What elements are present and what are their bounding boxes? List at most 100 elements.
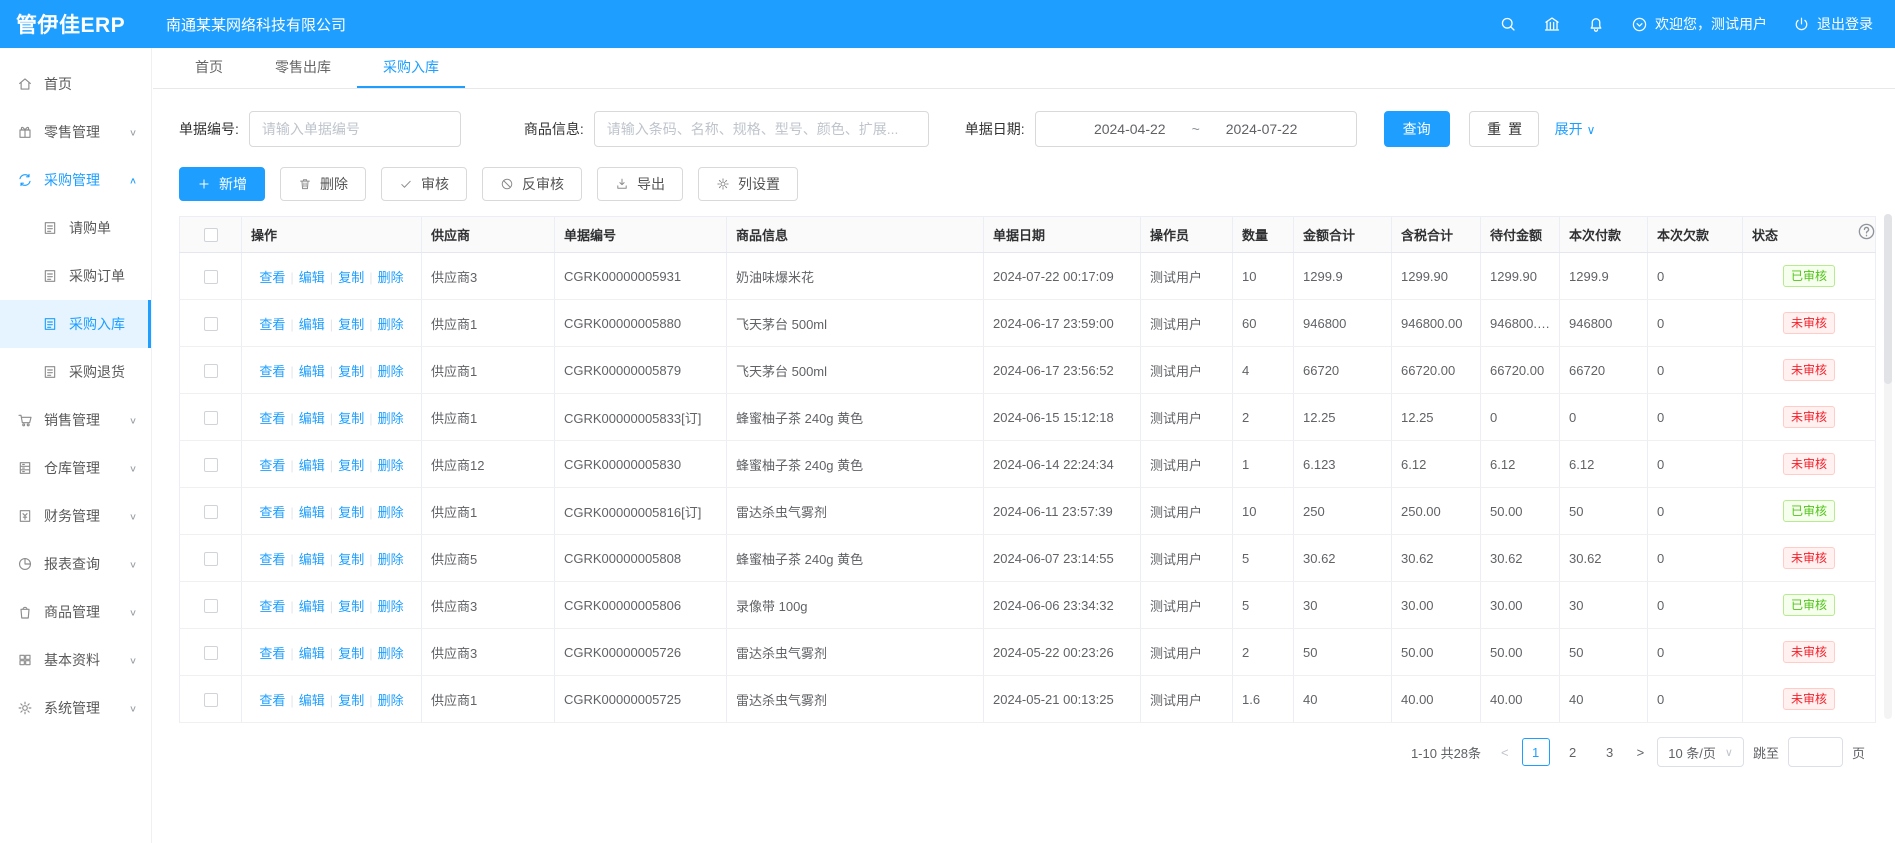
row-checkbox[interactable] [204, 552, 218, 566]
sidebar-item-home[interactable]: 首页 [0, 60, 151, 108]
column-settings-button[interactable]: 列设置 [698, 167, 798, 201]
page-button[interactable]: 1 [1522, 738, 1550, 766]
view-link[interactable]: 查看 [259, 505, 285, 520]
date-end[interactable]: 2024-07-22 [1226, 121, 1298, 137]
view-link[interactable]: 查看 [259, 270, 285, 285]
bank-icon[interactable] [1543, 15, 1561, 33]
expand-link[interactable]: 展开 ∨ [1555, 119, 1596, 139]
row-checkbox[interactable] [204, 458, 218, 472]
delete-button[interactable]: 删除 [280, 167, 366, 201]
reset-button[interactable]: 重置 [1469, 111, 1539, 147]
delete-link[interactable]: 删除 [378, 458, 404, 473]
row-checkbox[interactable] [204, 693, 218, 707]
page-button[interactable]: 3 [1596, 738, 1624, 766]
delete-link[interactable]: 删除 [378, 693, 404, 708]
search-button[interactable]: 查询 [1384, 111, 1450, 147]
help-icon[interactable] [1857, 222, 1876, 241]
order-no-input[interactable] [249, 111, 461, 147]
edit-link[interactable]: 编辑 [299, 505, 325, 520]
tab-retail-outbound[interactable]: 零售出库 [249, 48, 357, 88]
sidebar-item-basic[interactable]: 基本资料 ∨ [0, 636, 151, 684]
row-checkbox[interactable] [204, 505, 218, 519]
export-button[interactable]: 导出 [597, 167, 683, 201]
sidebar-item-purchase-request[interactable]: 请购单 [0, 204, 151, 252]
add-button[interactable]: 新增 [179, 167, 265, 201]
audit-button[interactable]: 审核 [381, 167, 467, 201]
unaudit-button[interactable]: 反审核 [482, 167, 582, 201]
delete-link[interactable]: 删除 [378, 270, 404, 285]
copy-link[interactable]: 复制 [338, 458, 364, 473]
edit-link[interactable]: 编辑 [299, 693, 325, 708]
row-checkbox[interactable] [204, 411, 218, 425]
page-button[interactable]: 2 [1559, 738, 1587, 766]
prev-page-button[interactable]: < [1497, 745, 1513, 760]
edit-link[interactable]: 编辑 [299, 552, 325, 567]
view-link[interactable]: 查看 [259, 552, 285, 567]
product-info-input[interactable] [594, 111, 929, 147]
view-link[interactable]: 查看 [259, 646, 285, 661]
sidebar-item-sales[interactable]: 销售管理 ∨ [0, 396, 151, 444]
copy-link[interactable]: 复制 [338, 270, 364, 285]
view-link[interactable]: 查看 [259, 411, 285, 426]
edit-link[interactable]: 编辑 [299, 270, 325, 285]
delete-link[interactable]: 删除 [378, 317, 404, 332]
edit-link[interactable]: 编辑 [299, 646, 325, 661]
delete-link[interactable]: 删除 [378, 552, 404, 567]
tab-purchase-inbound[interactable]: 采购入库 [357, 48, 465, 88]
search-icon[interactable] [1499, 15, 1517, 33]
cell-amount: 946800 [1294, 300, 1392, 347]
copy-link[interactable]: 复制 [338, 693, 364, 708]
delete-link[interactable]: 删除 [378, 505, 404, 520]
cell-debt: 0 [1648, 488, 1743, 535]
page-size-select[interactable]: 10 条/页 ∨ [1657, 737, 1744, 767]
tab-home[interactable]: 首页 [169, 48, 249, 88]
sidebar-item-product[interactable]: 商品管理 ∨ [0, 588, 151, 636]
delete-link[interactable]: 删除 [378, 599, 404, 614]
sidebar-item-purchase-return[interactable]: 采购退货 [0, 348, 151, 396]
copy-link[interactable]: 复制 [338, 505, 364, 520]
bag-icon [17, 604, 33, 620]
date-range-picker[interactable]: 2024-04-22 ~ 2024-07-22 [1035, 111, 1357, 147]
row-checkbox[interactable] [204, 317, 218, 331]
delete-link[interactable]: 删除 [378, 364, 404, 379]
copy-link[interactable]: 复制 [338, 364, 364, 379]
sidebar-item-warehouse[interactable]: 仓库管理 ∨ [0, 444, 151, 492]
sidebar-item-purchase-order[interactable]: 采购订单 [0, 252, 151, 300]
select-all-checkbox[interactable] [204, 228, 218, 242]
sidebar-item-report[interactable]: 报表查询 ∨ [0, 540, 151, 588]
edit-link[interactable]: 编辑 [299, 411, 325, 426]
edit-link[interactable]: 编辑 [299, 458, 325, 473]
next-page-button[interactable]: > [1633, 745, 1649, 760]
edit-link[interactable]: 编辑 [299, 317, 325, 332]
row-checkbox[interactable] [204, 270, 218, 284]
view-link[interactable]: 查看 [259, 693, 285, 708]
delete-link[interactable]: 删除 [378, 646, 404, 661]
sidebar-item-purchase-inbound[interactable]: 采购入库 [0, 300, 151, 348]
edit-link[interactable]: 编辑 [299, 599, 325, 614]
edit-link[interactable]: 编辑 [299, 364, 325, 379]
logout-button[interactable]: 退出登录 [1793, 14, 1873, 34]
row-checkbox[interactable] [204, 364, 218, 378]
sidebar-item-system[interactable]: 系统管理 ∨ [0, 684, 151, 732]
copy-link[interactable]: 复制 [338, 317, 364, 332]
copy-link[interactable]: 复制 [338, 411, 364, 426]
bell-icon[interactable] [1587, 15, 1605, 33]
view-link[interactable]: 查看 [259, 317, 285, 332]
view-link[interactable]: 查看 [259, 364, 285, 379]
scrollbar-thumb[interactable] [1884, 214, 1892, 384]
scrollbar[interactable] [1884, 214, 1892, 719]
sidebar-item-purchase[interactable]: 采购管理 ∧ [0, 156, 151, 204]
row-checkbox[interactable] [204, 646, 218, 660]
sidebar-item-retail[interactable]: 零售管理 ∨ [0, 108, 151, 156]
copy-link[interactable]: 复制 [338, 646, 364, 661]
copy-link[interactable]: 复制 [338, 552, 364, 567]
view-link[interactable]: 查看 [259, 458, 285, 473]
view-link[interactable]: 查看 [259, 599, 285, 614]
jump-page-input[interactable] [1788, 737, 1843, 767]
copy-link[interactable]: 复制 [338, 599, 364, 614]
delete-link[interactable]: 删除 [378, 411, 404, 426]
date-start[interactable]: 2024-04-22 [1094, 121, 1166, 137]
user-menu[interactable]: 欢迎您，测试用户 [1631, 14, 1767, 34]
sidebar-item-finance[interactable]: 财务管理 ∨ [0, 492, 151, 540]
row-checkbox[interactable] [204, 599, 218, 613]
